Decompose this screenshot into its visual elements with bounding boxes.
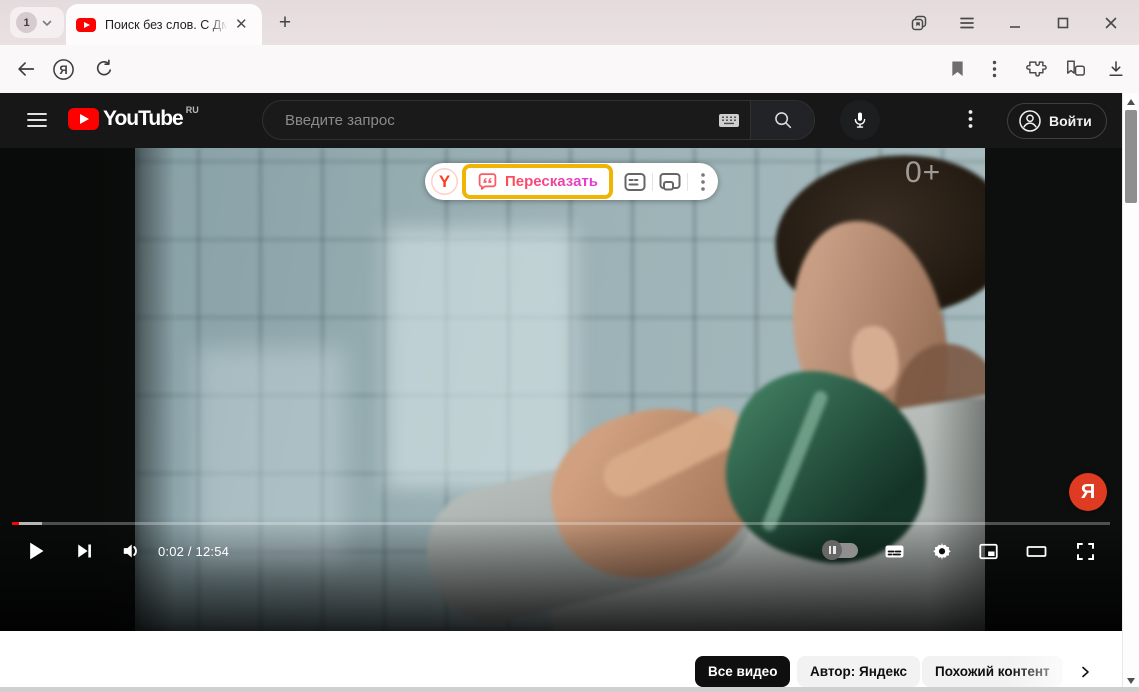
chip-author-yandex[interactable]: Автор: Яндекс (797, 656, 920, 687)
youtube-logo-text: YouTube (103, 108, 183, 130)
yandex-assistant-button[interactable]: Я (1069, 473, 1107, 511)
age-rating-label: 0+ (905, 156, 941, 190)
next-button[interactable] (64, 531, 104, 571)
download-icon[interactable] (1104, 57, 1128, 81)
youtube-header: YouTube RU Войти (0, 93, 1122, 148)
refresh-icon[interactable] (92, 57, 116, 81)
subtitles-button[interactable] (874, 531, 914, 571)
youtube-logo[interactable]: YouTube RU (68, 108, 199, 130)
collections-icon[interactable] (1064, 57, 1088, 81)
keyboard-icon[interactable] (718, 113, 740, 128)
search-box (262, 100, 815, 140)
scrollbar-down-icon[interactable] (1123, 674, 1139, 688)
svg-text:Я: Я (59, 64, 67, 76)
chips-fade (1010, 656, 1122, 687)
scrollbar-thumb[interactable] (1125, 110, 1137, 203)
tab-counter-button[interactable]: 1 (10, 7, 64, 38)
maximize-button[interactable] (1053, 13, 1073, 33)
guide-menu-icon[interactable] (26, 110, 48, 130)
search-button[interactable] (750, 101, 814, 139)
youtube-region-label: RU (186, 105, 199, 115)
voice-search-button[interactable] (840, 100, 880, 140)
account-icon (1018, 109, 1042, 133)
minimize-button[interactable] (1005, 13, 1025, 33)
browser-window: 1 Поиск без слов. С Дми ✕ + (0, 0, 1139, 692)
browser-menu-icon[interactable] (957, 13, 977, 33)
quote-bubble-icon (477, 171, 498, 192)
tab-title-fade (208, 10, 234, 40)
play-button[interactable] (16, 531, 56, 571)
search-input[interactable] (263, 101, 718, 139)
tab-close-button[interactable]: ✕ (235, 17, 248, 32)
yandex-browser-logo-icon[interactable]: Y (431, 168, 458, 195)
toolbar-pip-icon[interactable] (653, 167, 687, 197)
chip-all-videos[interactable]: Все видео (695, 656, 790, 687)
signin-label: Войти (1049, 113, 1092, 129)
summary-text-icon[interactable] (618, 167, 652, 197)
filter-chips-row: Все видео Автор: Яндекс Похожий контент (0, 656, 1122, 687)
time-display: 0:02 / 12:54 (158, 531, 229, 571)
youtube-logo-icon (68, 108, 99, 130)
omnibox-more-icon[interactable] (982, 57, 1006, 81)
autoplay-toggle[interactable] (824, 543, 858, 558)
chips-scroll-right-icon[interactable] (1072, 659, 1098, 685)
active-tab[interactable]: Поиск без слов. С Дми ✕ (66, 4, 262, 45)
close-window-button[interactable] (1101, 13, 1121, 33)
tab-bar: 1 Поиск без слов. С Дми ✕ + (0, 0, 1139, 45)
settings-button[interactable] (922, 531, 962, 571)
scrollbar-up-icon[interactable] (1123, 95, 1139, 109)
bookmark-icon[interactable] (945, 57, 969, 81)
window-controls (909, 0, 1139, 45)
theater-mode-button[interactable] (1016, 531, 1056, 571)
yandex-video-toolbar: Y Пересказать (425, 163, 718, 200)
search-icon (772, 109, 794, 131)
autoplay-knob (822, 540, 842, 560)
toolbar-more-icon[interactable] (688, 167, 718, 197)
page-scrollbar[interactable] (1122, 93, 1139, 692)
chevron-down-icon (41, 17, 53, 29)
back-button[interactable] (14, 57, 38, 81)
window-bottom-edge (0, 687, 1139, 692)
miniplayer-button[interactable] (968, 531, 1008, 571)
signin-button[interactable]: Войти (1007, 103, 1107, 139)
extensions-icon[interactable] (1024, 57, 1048, 81)
progress-bar[interactable] (0, 522, 1122, 525)
retell-button-highlight[interactable]: Пересказать (462, 164, 613, 199)
video-player: YouTube RU Войти (0, 93, 1122, 631)
youtube-more-icon[interactable] (968, 109, 973, 129)
volume-button[interactable] (111, 531, 151, 571)
tab-panels-icon[interactable] (909, 13, 929, 33)
progress-played (12, 522, 19, 525)
page-below-player: Все видео Автор: Яндекс Похожий контент (0, 631, 1122, 692)
fullscreen-button[interactable] (1065, 531, 1105, 571)
address-bar: Я www.youtube.com Поиск без слов. С Дмит… (0, 45, 1139, 93)
retell-button-label: Пересказать (505, 173, 598, 190)
microphone-icon (850, 110, 870, 130)
youtube-favicon-icon (76, 18, 96, 32)
yandex-services-icon[interactable]: Я (51, 57, 75, 81)
new-tab-button[interactable]: + (272, 10, 298, 36)
tab-count-badge: 1 (16, 12, 37, 33)
